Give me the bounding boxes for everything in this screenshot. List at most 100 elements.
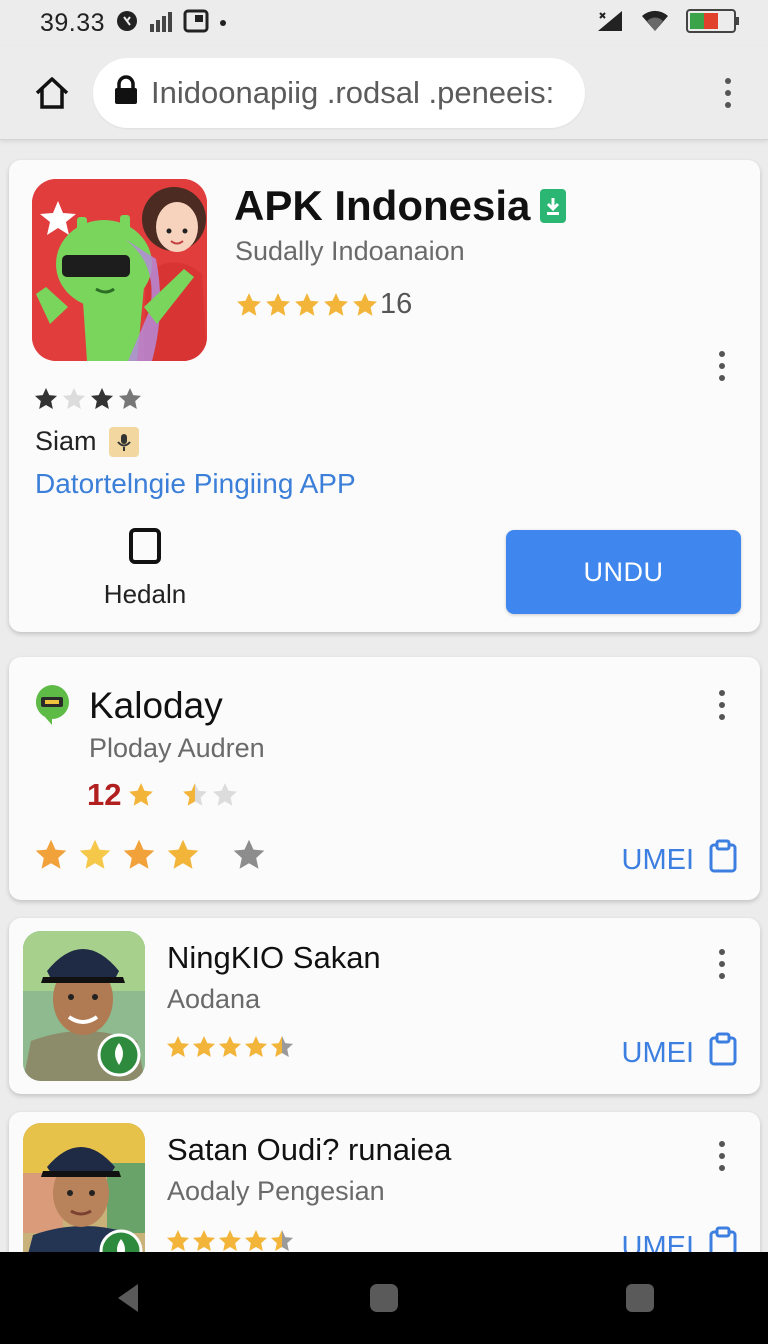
- star-icon: [167, 839, 199, 869]
- star-icon: [244, 1035, 268, 1057]
- back-button[interactable]: [98, 1268, 158, 1328]
- clipboard-icon: [708, 839, 738, 881]
- star-icon: [192, 1229, 216, 1251]
- half-rating-stars: [181, 781, 241, 809]
- url-text[interactable]: Inidoonapiig .rodsal .peneeis:: [151, 75, 554, 111]
- app-card[interactable]: Kaloday Ploday Audren 12 UMEI: [9, 657, 760, 900]
- app-title: Kaloday: [89, 685, 223, 726]
- app-rating: 12: [87, 777, 241, 813]
- download-badge-icon: [540, 189, 567, 223]
- app-subtitle: Ploday Audren: [89, 733, 265, 763]
- app-title: APK Indonesia: [234, 182, 567, 230]
- notification-dot-icon: [219, 14, 227, 32]
- star-icon: [213, 783, 238, 806]
- card-overflow-icon[interactable]: [712, 944, 732, 984]
- big-rating-stars: [33, 837, 275, 878]
- star-icon: [233, 839, 264, 869]
- star-icon: [324, 292, 348, 316]
- avatar: [23, 931, 145, 1081]
- rating-stars: [127, 781, 157, 809]
- small-rating-stars: [33, 386, 145, 417]
- app-subtitle: Aodaly Pengesian: [167, 1176, 385, 1206]
- star-icon: [270, 1229, 294, 1251]
- star-icon: [270, 1035, 294, 1057]
- star-icon: [218, 1229, 242, 1251]
- lock-icon: [113, 75, 139, 110]
- browser-toolbar: Inidoonapiig .rodsal .peneeis:: [0, 46, 768, 140]
- rating-stars: [165, 1228, 295, 1254]
- cellular-signal-icon: [596, 9, 624, 38]
- app-icon-green: [33, 683, 71, 732]
- star-icon: [166, 1035, 190, 1057]
- app-title-text: APK Indonesia: [234, 182, 531, 229]
- recents-button[interactable]: [610, 1268, 670, 1328]
- publisher: Siam: [35, 426, 139, 457]
- small-stars-row: [33, 386, 145, 412]
- star-icon: [237, 292, 261, 316]
- clipboard-icon: [708, 1032, 738, 1074]
- app-link[interactable]: Datortelngie Pingiing APP: [35, 468, 356, 500]
- star-icon: [34, 387, 58, 409]
- star-icon: [129, 783, 154, 806]
- star-icon: [79, 839, 111, 869]
- umei-button[interactable]: UMEI: [622, 839, 739, 881]
- star-icon: [218, 1035, 242, 1057]
- publisher-name: Siam: [35, 426, 97, 456]
- star-icon: [166, 1229, 190, 1251]
- app-title: Satan Oudi? runaiea: [167, 1132, 452, 1167]
- rating-number: 12: [87, 777, 122, 812]
- rating-stars: [235, 291, 380, 319]
- microphone-icon: [108, 426, 139, 457]
- battery-icon: [686, 8, 740, 39]
- app-title: NingKIO Sakan: [167, 940, 381, 975]
- app-subtitle: Aodana: [167, 984, 261, 1014]
- star-icon: [353, 292, 377, 316]
- install-button[interactable]: UNDU: [506, 530, 741, 614]
- umei-button[interactable]: UMEI: [622, 1032, 739, 1074]
- overflow-menu-icon[interactable]: [716, 68, 740, 118]
- tablet-icon: [129, 528, 161, 569]
- secondary-action[interactable]: Hedaln: [103, 528, 187, 610]
- big-stars-row: [33, 837, 275, 873]
- system-nav-bar: [0, 1252, 768, 1344]
- star-icon: [35, 839, 67, 869]
- star-icon: [183, 783, 208, 806]
- star-icon: [192, 1035, 216, 1057]
- card-overflow-icon[interactable]: [712, 346, 732, 386]
- avatar: [23, 1123, 145, 1272]
- secondary-action-label: Hedaln: [103, 579, 187, 609]
- app-subtitle: Sudally Indoanaion: [235, 236, 465, 266]
- status-bar: 39.33: [0, 0, 768, 46]
- app-card[interactable]: NingKIO Sakan Aodana UMEI: [9, 918, 760, 1094]
- umei-label: UMEI: [621, 843, 695, 876]
- star-icon: [266, 292, 290, 316]
- star-icon: [123, 839, 155, 869]
- home-nav-button[interactable]: [354, 1268, 414, 1328]
- back-icon: [118, 1284, 138, 1312]
- home-icon: [35, 76, 69, 109]
- card-overflow-icon[interactable]: [712, 685, 732, 725]
- rating-stars-wrap: [165, 1034, 295, 1065]
- star-icon: [244, 1229, 268, 1251]
- umei-label: UMEI: [621, 1036, 695, 1069]
- card-overflow-icon[interactable]: [712, 1136, 732, 1176]
- url-bar[interactable]: Inidoonapiig .rodsal .peneeis:: [93, 57, 585, 128]
- app-card[interactable]: Satan Oudi? runaiea Aodaly Pengesian UME…: [9, 1112, 760, 1272]
- star-icon: [62, 387, 86, 409]
- cast-icon: [183, 9, 209, 38]
- featured-app-card[interactable]: APK Indonesia Sudally Indoanaion 16 Siam…: [9, 160, 760, 632]
- star-icon: [90, 387, 114, 409]
- wifi-icon: [640, 9, 670, 38]
- rating-stars: [165, 1034, 295, 1060]
- home-nav-icon: [370, 1284, 398, 1312]
- star-icon: [295, 292, 319, 316]
- rating-count: 16: [380, 288, 413, 320]
- alarm-icon: [115, 9, 139, 38]
- status-time: 39.33: [40, 8, 106, 37]
- app-icon: [32, 179, 207, 361]
- signal-bars-icon: [149, 10, 173, 37]
- home-button[interactable]: [27, 68, 77, 118]
- star-icon: [118, 387, 142, 409]
- app-rating: 16: [235, 288, 412, 321]
- recents-icon: [626, 1284, 654, 1312]
